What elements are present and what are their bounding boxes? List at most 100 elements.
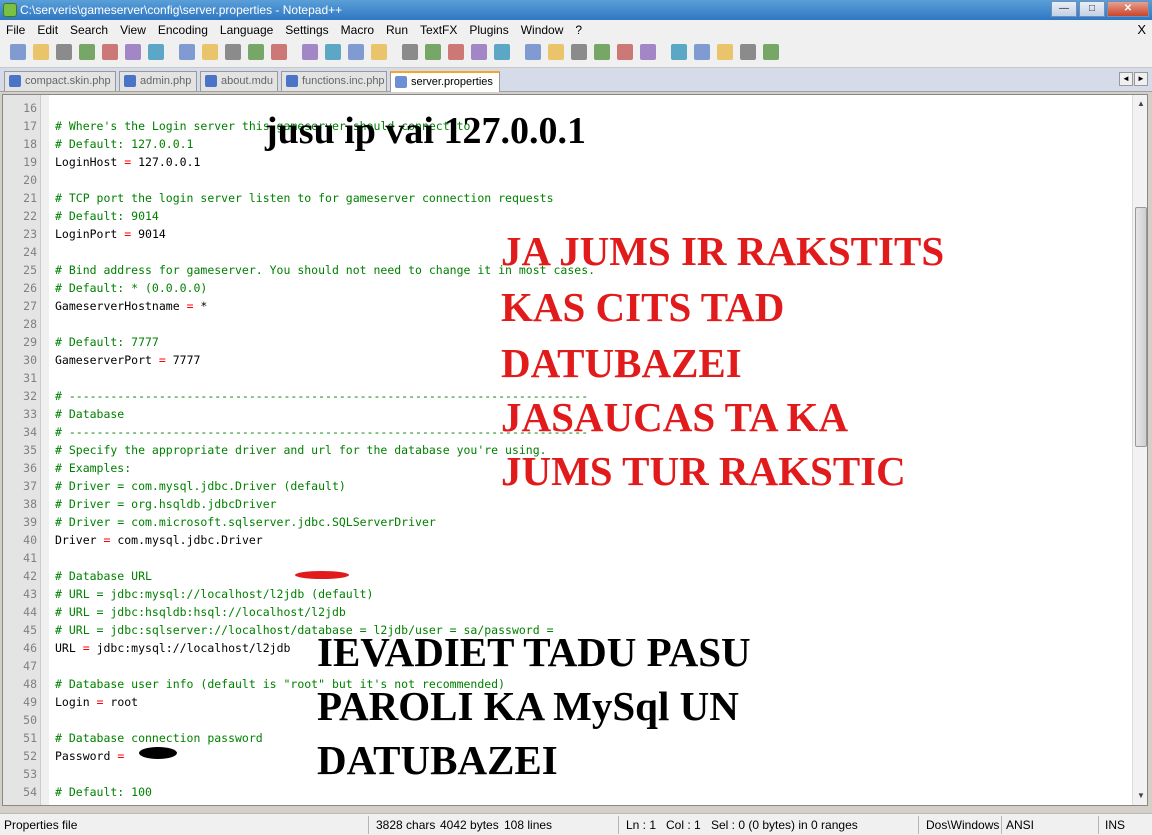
trim-icon[interactable] bbox=[640, 44, 656, 60]
close-icon[interactable] bbox=[102, 44, 118, 60]
tab-admin-php[interactable]: admin.php bbox=[119, 71, 197, 91]
play-icon[interactable] bbox=[571, 44, 587, 60]
password-redaction-mark bbox=[139, 747, 177, 759]
notepadpp-icon bbox=[3, 3, 17, 17]
line-text: # Default: 7777 bbox=[55, 335, 159, 349]
close-button[interactable]: ✕ bbox=[1107, 1, 1149, 17]
menu-language[interactable]: Language bbox=[214, 23, 279, 37]
line-number: 31 bbox=[23, 371, 37, 385]
down-icon[interactable] bbox=[694, 44, 710, 60]
show-all-icon[interactable] bbox=[471, 44, 487, 60]
find-icon[interactable] bbox=[302, 44, 318, 60]
save-macro-icon[interactable] bbox=[617, 44, 633, 60]
menu-macro[interactable]: Macro bbox=[335, 23, 380, 37]
tab-scroll-left-button[interactable]: ◄ bbox=[1119, 72, 1133, 86]
annotation-password-line-2: PAROLI KA MySql UN bbox=[317, 683, 739, 729]
folder-icon[interactable] bbox=[740, 44, 756, 60]
sync-h-icon[interactable] bbox=[425, 44, 441, 60]
line-number: 32 bbox=[23, 389, 37, 403]
line-number: 28 bbox=[23, 317, 37, 331]
line-number: 23 bbox=[23, 227, 37, 241]
line-text: # URL = jdbc:hsqldb:hsql://localhost/l2j… bbox=[55, 605, 346, 619]
spell-icon[interactable] bbox=[763, 44, 779, 60]
status-divider bbox=[1098, 816, 1099, 834]
line-text: GameserverHostname = * bbox=[55, 299, 208, 313]
annotation-password-line-3: DATUBAZEI bbox=[317, 737, 558, 783]
indent-guide-icon[interactable] bbox=[494, 44, 510, 60]
annotation-password-line-1: IEVADIET TADU PASU bbox=[317, 629, 751, 675]
record-icon[interactable] bbox=[525, 44, 541, 60]
replace-icon[interactable] bbox=[325, 44, 341, 60]
sort-icon[interactable] bbox=[717, 44, 733, 60]
scroll-up-arrow-icon[interactable]: ▲ bbox=[1133, 97, 1147, 111]
scroll-down-arrow-icon[interactable]: ▼ bbox=[1133, 789, 1147, 803]
maximize-button[interactable]: □ bbox=[1079, 1, 1105, 17]
open-icon[interactable] bbox=[33, 44, 49, 60]
scrollbar-thumb[interactable] bbox=[1135, 207, 1147, 447]
play-multi-icon[interactable] bbox=[594, 44, 610, 60]
menu-help[interactable]: ? bbox=[569, 23, 588, 37]
tab-label: about.mdu bbox=[221, 75, 273, 87]
minimize-button[interactable]: — bbox=[1051, 1, 1077, 17]
paste-icon[interactable] bbox=[225, 44, 241, 60]
save-all-icon[interactable] bbox=[79, 44, 95, 60]
code-line: 39 # Driver = com.microsoft.sqlserver.jdb… bbox=[3, 513, 1123, 531]
zoom-out-icon[interactable] bbox=[371, 44, 387, 60]
tab-about-mdu[interactable]: about.mdu bbox=[200, 71, 278, 91]
menu-edit[interactable]: Edit bbox=[31, 23, 64, 37]
editor[interactable]: 16 17 # Where's the Login server this game… bbox=[2, 94, 1148, 806]
annotation-red-line-2: KAS CITS TAD bbox=[501, 284, 785, 330]
sync-v-icon[interactable] bbox=[402, 44, 418, 60]
save-icon[interactable] bbox=[56, 44, 72, 60]
line-text: Driver = com.mysql.jdbc.Driver bbox=[55, 533, 263, 547]
status-eol: Dos\Windows bbox=[926, 818, 1000, 832]
annotation-red-line-4: JASAUCAS TA KA bbox=[501, 394, 849, 440]
toolbar bbox=[0, 40, 1152, 68]
menu-file[interactable]: File bbox=[0, 23, 31, 37]
tab-server-properties[interactable]: server.properties bbox=[390, 71, 500, 92]
tab-compact-skin-php[interactable]: compact.skin.php bbox=[4, 71, 116, 91]
cut-icon[interactable] bbox=[179, 44, 195, 60]
tab-functions-inc-php[interactable]: functions.inc.php bbox=[281, 71, 387, 91]
file-icon bbox=[395, 76, 407, 88]
line-text: # Specify the appropriate driver and url… bbox=[55, 443, 547, 457]
close-document-button[interactable]: X bbox=[1137, 22, 1146, 37]
line-number: 41 bbox=[23, 551, 37, 565]
line-number: 16 bbox=[23, 101, 37, 115]
menu-search[interactable]: Search bbox=[64, 23, 114, 37]
print-icon[interactable] bbox=[148, 44, 164, 60]
menu-textfx[interactable]: TextFX bbox=[414, 23, 463, 37]
copy-icon[interactable] bbox=[202, 44, 218, 60]
undo-icon[interactable] bbox=[248, 44, 264, 60]
tab-label: functions.inc.php bbox=[302, 75, 385, 87]
redo-icon[interactable] bbox=[271, 44, 287, 60]
menu-plugins[interactable]: Plugins bbox=[463, 23, 514, 37]
zoom-in-icon[interactable] bbox=[348, 44, 364, 60]
menu-window[interactable]: Window bbox=[515, 23, 570, 37]
wrap-icon[interactable] bbox=[448, 44, 464, 60]
line-number: 53 bbox=[23, 767, 37, 781]
menu-view[interactable]: View bbox=[114, 23, 152, 37]
new-icon[interactable] bbox=[10, 44, 26, 60]
code-line: 53 bbox=[3, 765, 1123, 783]
line-number: 33 bbox=[23, 407, 37, 421]
close-all-icon[interactable] bbox=[125, 44, 141, 60]
up-icon[interactable] bbox=[671, 44, 687, 60]
line-text: # Default: 127.0.0.1 bbox=[55, 137, 194, 151]
line-number: 48 bbox=[23, 677, 37, 691]
file-icon bbox=[205, 75, 217, 87]
line-number: 22 bbox=[23, 209, 37, 223]
line-number: 38 bbox=[23, 497, 37, 511]
line-number: 37 bbox=[23, 479, 37, 493]
code-line: 43 # URL = jdbc:mysql://localhost/l2jdb (… bbox=[3, 585, 1123, 603]
tab-scroll-right-button[interactable]: ► bbox=[1134, 72, 1148, 86]
vertical-scrollbar[interactable]: ▲ ▼ bbox=[1132, 95, 1147, 805]
status-divider bbox=[1001, 816, 1002, 834]
menu-run[interactable]: Run bbox=[380, 23, 414, 37]
menu-settings[interactable]: Settings bbox=[279, 23, 334, 37]
stop-icon[interactable] bbox=[548, 44, 564, 60]
line-number: 51 bbox=[23, 731, 37, 745]
tab-bar: compact.skin.php admin.php about.mdu fun… bbox=[0, 68, 1152, 92]
menu-encoding[interactable]: Encoding bbox=[152, 23, 214, 37]
line-number: 36 bbox=[23, 461, 37, 475]
